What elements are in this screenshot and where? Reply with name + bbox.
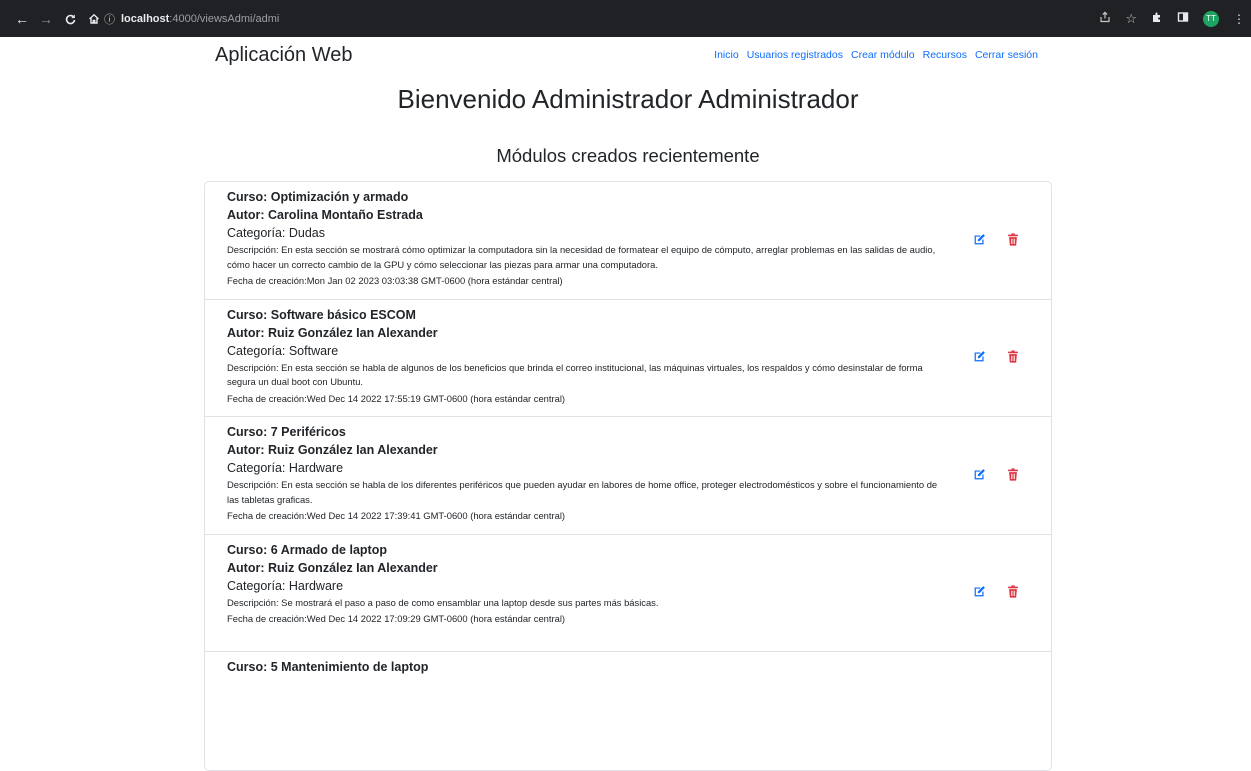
- module-course-title: Curso: 6 Armado de laptop: [227, 542, 387, 557]
- module-created-date: Fecha de creación:Wed Dec 14 2022 17:55:…: [227, 392, 566, 404]
- back-icon[interactable]: ←: [12, 9, 32, 29]
- delete-trash-icon[interactable]: [1005, 231, 1021, 247]
- forward-icon[interactable]: →: [36, 9, 56, 29]
- module-course-title: Curso: 7 Periféricos: [227, 425, 346, 439]
- browser-toolbar: ← → ⓘ localhost:4000/viewsAdmi/admi ☆ TT…: [0, 0, 1251, 37]
- delete-trash-icon[interactable]: [1005, 584, 1021, 600]
- nav-link-cerrar-sesion[interactable]: Cerrar sesión: [975, 49, 1038, 61]
- delete-trash-icon[interactable]: [1005, 466, 1021, 482]
- nav-link-usuarios-registrados[interactable]: Usuarios registrados: [747, 49, 843, 61]
- module-category: Categoría: Hardware: [227, 578, 344, 593]
- module-category: Categoría: Software: [227, 343, 339, 358]
- module-card: Curso: 7 Periféricos Autor: Ruiz Gonzále…: [205, 417, 1051, 535]
- navbar-links: Inicio Usuarios registrados Crear módulo…: [714, 49, 1038, 61]
- section-heading: Módulos creados recientemente: [496, 145, 760, 166]
- module-description: Descripción: En esta sección se mostrará…: [227, 244, 936, 270]
- bookmark-star-icon[interactable]: ☆: [1125, 11, 1137, 27]
- module-card: Curso: Software básico ESCOM Autor: Ruiz…: [205, 300, 1051, 417]
- module-created-date: Fecha de creación:Wed Dec 14 2022 17:39:…: [227, 510, 566, 521]
- page-container: Aplicación Web Inicio Usuarios registrad…: [204, 37, 1052, 771]
- welcome-heading: Bienvenido Administrador Administrador: [397, 84, 859, 114]
- module-description: Descripción: Se mostrará el paso a paso …: [227, 596, 659, 608]
- navbar: Aplicación Web Inicio Usuarios registrad…: [204, 37, 1052, 73]
- edit-icon[interactable]: [971, 466, 987, 482]
- nav-link-inicio[interactable]: Inicio: [714, 49, 739, 61]
- module-course-title: Curso: Software básico ESCOM: [227, 307, 416, 322]
- edit-icon[interactable]: [971, 584, 987, 600]
- extensions-icon[interactable]: [1151, 11, 1163, 26]
- module-author: Autor: Ruiz González Ian Alexander: [227, 325, 438, 340]
- site-info-icon[interactable]: ⓘ: [104, 11, 115, 27]
- module-author: Autor: Ruiz González Ian Alexander: [227, 560, 438, 575]
- delete-trash-icon[interactable]: [1005, 349, 1021, 365]
- module-description: Descripción: En esta sección se habla de…: [227, 361, 923, 388]
- module-description: Descripción: En esta sección se habla de…: [227, 479, 938, 505]
- nav-link-crear-modulo[interactable]: Crear módulo: [851, 49, 915, 61]
- address-bar[interactable]: ⓘ localhost:4000/viewsAdmi/admi: [96, 6, 1206, 31]
- module-created-date: Fecha de creación:Wed Dec 14 2022 17:09:…: [227, 613, 566, 624]
- module-author: Autor: Carolina Montaño Estrada: [227, 208, 423, 222]
- menu-kebab-icon[interactable]: ⋮: [1233, 12, 1245, 26]
- url-host: localhost: [121, 12, 170, 25]
- module-created-date: Fecha de creación:Mon Jan 02 2023 03:03:…: [227, 275, 563, 286]
- edit-icon[interactable]: [971, 349, 987, 365]
- modules-list: Curso: Optimización y armado Autor: Caro…: [204, 181, 1052, 771]
- share-icon[interactable]: [1099, 11, 1111, 26]
- module-card: Curso: 6 Armado de laptop Autor: Ruiz Go…: [205, 535, 1051, 652]
- url-path: :4000/viewsAdmi/admi: [169, 12, 280, 25]
- module-author: Autor: Ruiz González Ian Alexander: [227, 443, 438, 457]
- module-category: Categoría: Hardware: [227, 461, 344, 475]
- module-card: Curso: 5 Mantenimiento de laptop: [205, 652, 1051, 770]
- nav-link-recursos[interactable]: Recursos: [923, 49, 967, 61]
- module-course-title: Curso: Optimización y armado: [227, 190, 409, 204]
- reload-icon[interactable]: [60, 9, 80, 29]
- navbar-brand[interactable]: Aplicación Web: [215, 44, 352, 67]
- side-panel-icon[interactable]: [1177, 11, 1189, 26]
- edit-icon[interactable]: [971, 231, 987, 247]
- profile-avatar[interactable]: TT: [1203, 10, 1219, 27]
- module-course-title: Curso: 5 Mantenimiento de laptop: [227, 660, 429, 674]
- module-card: Curso: Optimización y armado Autor: Caro…: [205, 182, 1051, 300]
- module-category: Categoría: Dudas: [227, 226, 325, 240]
